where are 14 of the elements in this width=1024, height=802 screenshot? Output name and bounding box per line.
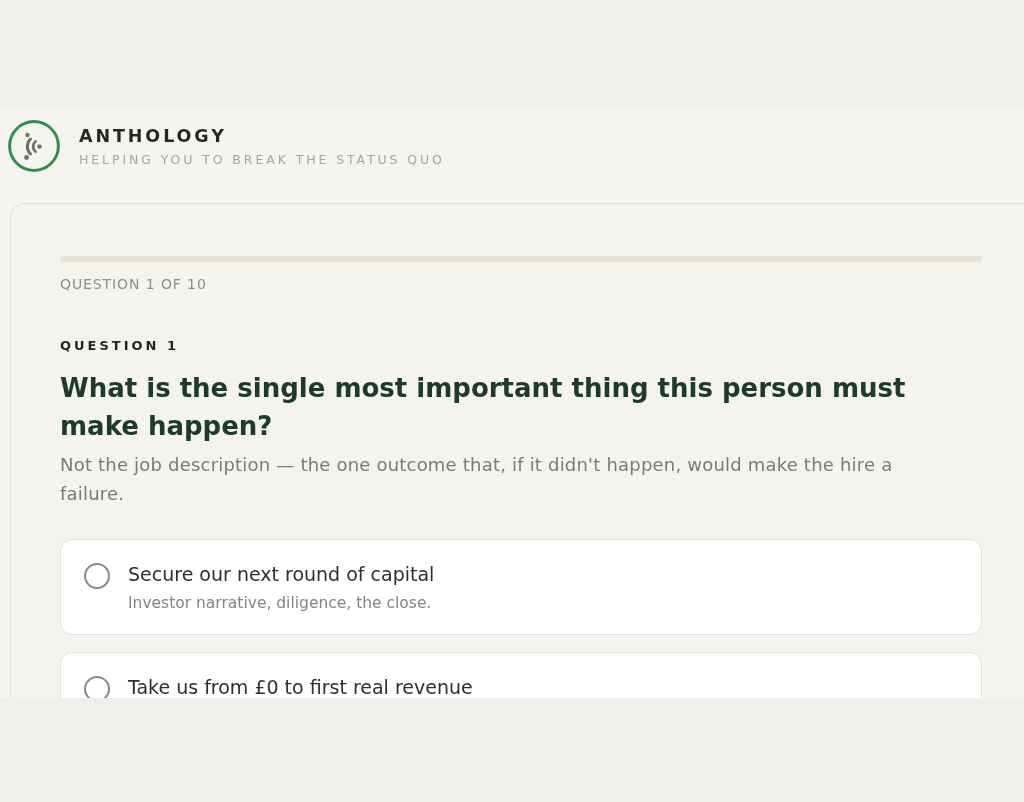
logo-icon [8, 120, 60, 172]
question-heading: What is the single most important thing this person must make happen? [60, 372, 907, 443]
option-label: Take us from £0 to first real revenue [128, 675, 473, 698]
option-description: Investor narrative, diligence, the close. [128, 593, 433, 613]
brand-tagline: HELPING YOU TO BREAK THE STATUS QUO [79, 152, 445, 168]
question-number: QUESTION 1 [60, 338, 181, 354]
radio-button[interactable] [84, 563, 110, 589]
answer-option[interactable]: Take us from £0 to first real revenue [60, 652, 982, 698]
radio-button[interactable] [84, 676, 110, 698]
option-label: Secure our next round of capital [128, 562, 435, 586]
answer-option[interactable]: Secure our next round of capital Investor narrative, diligence, the close. [60, 539, 982, 635]
question-hint: Not the job description — the one outcome that, if it didn't happen, would make the hire a failure. [60, 453, 894, 506]
question-counter: QUESTION 1 OF 10 [60, 276, 208, 292]
brand-name: ANTHOLOGY [79, 125, 228, 147]
